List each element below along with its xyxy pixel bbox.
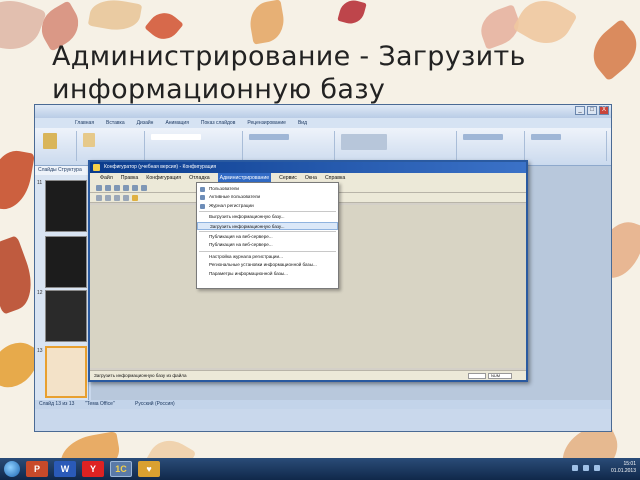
leaf-decoration — [87, 0, 143, 35]
font-box[interactable] — [151, 134, 201, 140]
find-icon[interactable] — [531, 134, 561, 140]
paragraph-icon[interactable] — [249, 134, 289, 140]
taskbar-yandex[interactable]: Y — [82, 461, 104, 477]
system-tray — [572, 465, 600, 471]
clock-time: 15:01 — [623, 461, 636, 467]
leaf-decoration — [0, 146, 35, 214]
slides-panel: Слайды Структура 11 12 13 — [35, 166, 89, 404]
fill-icon[interactable] — [463, 134, 503, 140]
status-text: Загрузить информационную базу из файла — [94, 373, 187, 378]
leaf-decoration — [246, 0, 288, 45]
menu-item-load-infobase[interactable]: Загрузить информационную базу... — [197, 221, 338, 230]
menu-item-infobase-params[interactable]: Параметры информационной базы... — [197, 270, 338, 278]
menu-item-web-publish[interactable]: Публикация на веб-сервере... — [197, 233, 338, 241]
taskbar-1c[interactable]: 1C — [110, 461, 132, 477]
onec-statusbar: Загрузить информационную базу из файла N… — [90, 370, 526, 380]
powerpoint-titlebar: _ □ X — [35, 105, 611, 118]
slide-thumbnail[interactable] — [45, 236, 87, 288]
cut-icon[interactable] — [123, 184, 129, 191]
tab-home[interactable]: Главная — [75, 118, 94, 128]
copy-icon[interactable] — [132, 184, 138, 191]
network-icon[interactable] — [572, 465, 578, 471]
taskbar: P W Y 1C ♥ 15:01 01.01.2013 — [0, 458, 640, 480]
tab-insert[interactable]: Вставка — [106, 118, 125, 128]
status-num: NUM — [488, 373, 512, 379]
run-icon[interactable] — [123, 194, 129, 201]
leaf-decoration — [0, 0, 47, 59]
flag-icon[interactable] — [594, 465, 600, 471]
slide-title: Администрирование - Загрузить информацио… — [52, 41, 526, 105]
menu-edit[interactable]: Правка — [121, 173, 139, 183]
log-icon — [200, 203, 205, 209]
tab-slideshow[interactable]: Показ слайдов — [201, 118, 235, 128]
thumb-number: 12 — [37, 290, 43, 296]
onec-title-text: Конфигуратор (учебная версия) - Конфигур… — [104, 164, 217, 170]
save-icon[interactable] — [114, 184, 120, 191]
start-button[interactable] — [4, 461, 20, 477]
maximize-button[interactable]: □ — [587, 106, 597, 115]
slides-panel-tabs[interactable]: Слайды Структура — [35, 166, 88, 175]
leaf-decoration — [337, 0, 367, 27]
users-icon — [200, 187, 205, 192]
menu-item-log-settings[interactable]: Настройка журнала регистрации... — [197, 253, 338, 261]
menu-configuration[interactable]: Конфигурация — [146, 173, 181, 183]
menu-item-log[interactable]: Журнал регистрации — [197, 202, 338, 210]
tab-animation[interactable]: Анимация — [165, 118, 188, 128]
help-icon[interactable] — [132, 194, 138, 201]
menu-item-web-publish-2[interactable]: Публикация на веб-сервере... — [197, 241, 338, 249]
tab-view[interactable]: Вид — [298, 118, 307, 128]
tab-design[interactable]: Дизайн — [137, 118, 154, 128]
onec-window: Конфигуратор (учебная версия) - Конфигур… — [88, 160, 528, 382]
menu-item-users[interactable]: Пользователи — [197, 185, 338, 193]
volume-icon[interactable] — [583, 465, 589, 471]
active-users-icon — [200, 195, 205, 201]
thumb-number: 11 — [37, 180, 43, 186]
minimize-button[interactable]: _ — [575, 106, 585, 115]
paste-icon[interactable] — [141, 184, 147, 191]
status-language: Русский (Россия) — [135, 401, 175, 407]
config-icon[interactable] — [96, 194, 102, 201]
new-icon[interactable] — [96, 184, 102, 191]
menu-separator — [199, 230, 336, 232]
onec-titlebar: Конфигуратор (учебная версия) - Конфигур… — [90, 162, 526, 173]
powerpoint-statusbar: Слайд 13 из 13 "Тема Office" Русский (Ро… — [35, 400, 611, 409]
thumb-number: 13 — [37, 348, 43, 354]
menu-item-regional-settings[interactable]: Региональные установки информационной ба… — [197, 261, 338, 269]
taskbar-word[interactable]: W — [54, 461, 76, 477]
slide-thumbnail-selected[interactable] — [45, 346, 87, 398]
clock[interactable]: 15:01 01.01.2013 — [611, 461, 636, 475]
ribbon-tabs: Главная Вставка Дизайн Анимация Показ сл… — [35, 118, 611, 128]
menu-separator — [199, 250, 336, 252]
menu-item-active-users[interactable]: Активные пользователи — [197, 193, 338, 201]
close-button[interactable]: X — [599, 106, 609, 115]
menu-item-dump-infobase[interactable]: Выгрузить информационную базу... — [197, 213, 338, 221]
clock-date: 01.01.2013 — [610, 468, 636, 474]
taskbar-app[interactable]: ♥ — [138, 461, 160, 477]
tab-review[interactable]: Рецензирование — [247, 118, 286, 128]
status-theme: "Тема Office" — [85, 401, 115, 407]
slide-thumbnail[interactable] — [45, 180, 87, 232]
status-cap — [468, 373, 486, 379]
new-slide-icon[interactable] — [83, 133, 95, 147]
onec-app-icon — [93, 164, 100, 171]
paste-icon[interactable] — [43, 133, 57, 149]
open-icon[interactable] — [105, 184, 111, 191]
slide-thumbnail[interactable] — [45, 290, 87, 342]
menu-separator — [199, 211, 336, 213]
debug-icon[interactable] — [114, 194, 120, 201]
status-slide: Слайд 13 из 13 — [39, 401, 75, 407]
administration-dropdown: Пользователи Активные пользователи Журна… — [196, 182, 339, 289]
menu-file[interactable]: Файл — [100, 173, 113, 183]
update-icon[interactable] — [105, 194, 111, 201]
shapes-icon[interactable] — [341, 134, 387, 150]
taskbar-powerpoint[interactable]: P — [26, 461, 48, 477]
